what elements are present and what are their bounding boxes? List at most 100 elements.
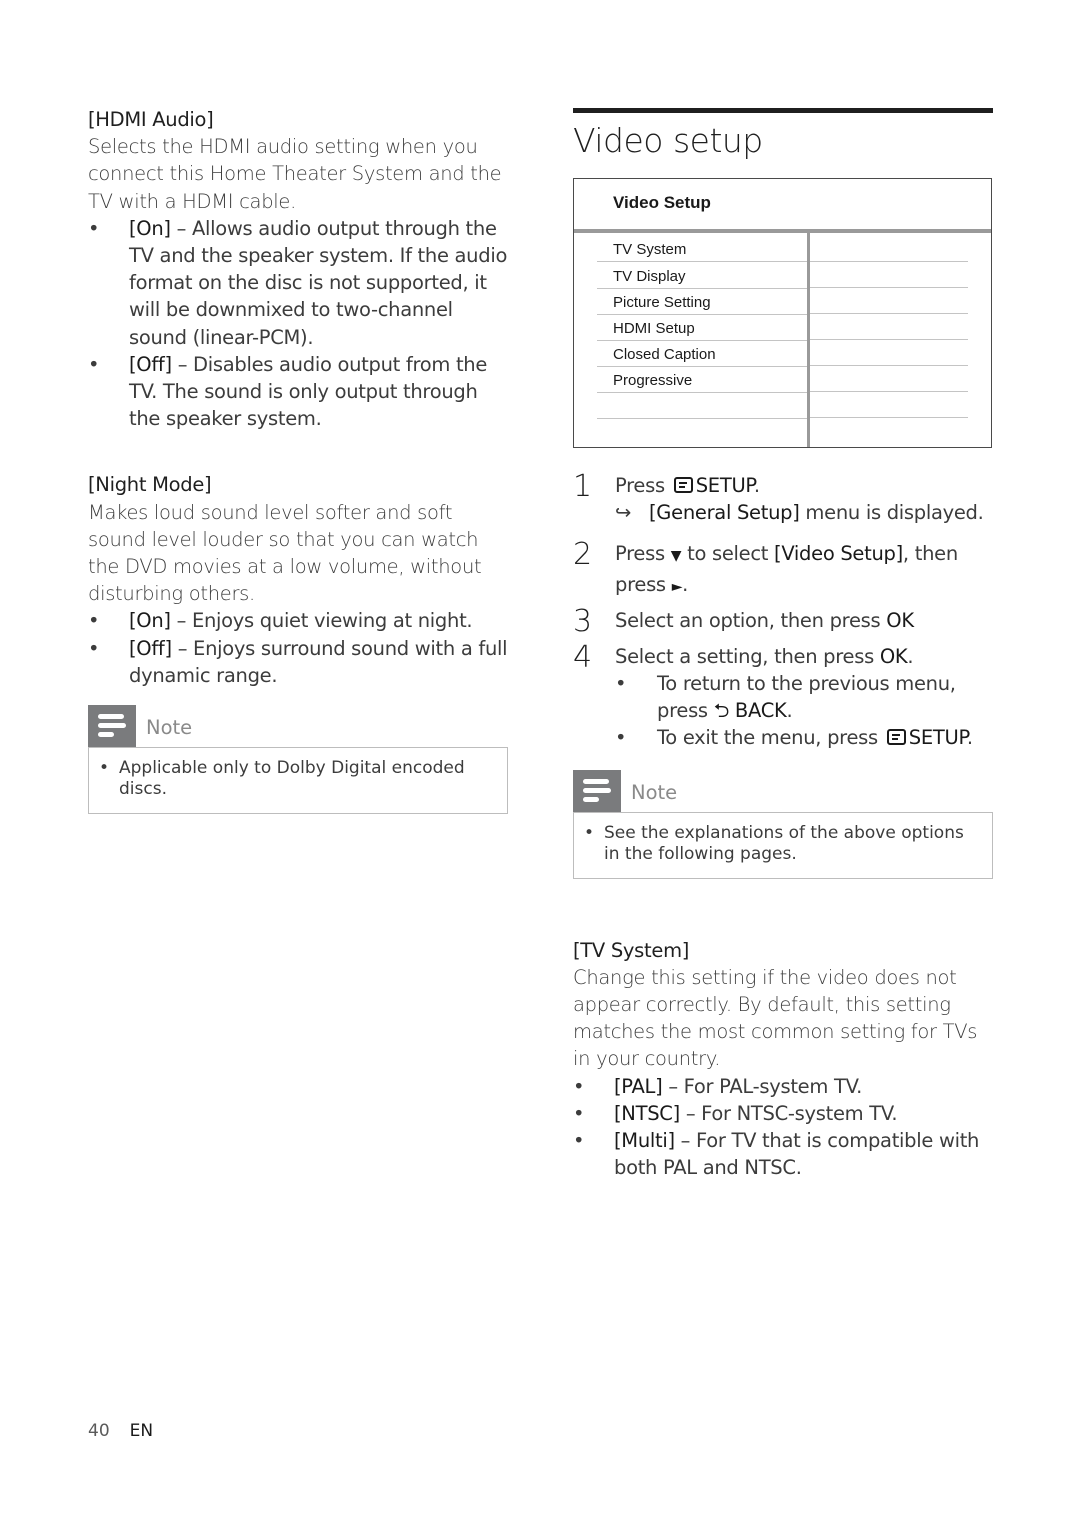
note-title: Note [631,780,678,804]
sub-text: To return to the previous menu, press [657,672,956,723]
option-label: [On] [129,216,171,240]
steps-list: 1 Press SETUP. ↪ [General Setup] menu is … [573,469,993,752]
tv-system-option-multi: • [Multi] – For TV that is compatible wi… [573,1127,993,1181]
step-2: 2 Press ▼ to select [Video Setup], then … [573,540,993,600]
menu-item-picture-setting[interactable]: Picture Setting [597,288,807,315]
right-column: Video setup Video Setup TV System TV Dis… [573,108,993,1181]
menu-item-label: Picture Setting [613,294,711,311]
section-rule [573,108,993,113]
step-text: . [753,474,760,497]
menu-label: [Video Setup] [774,542,903,566]
menu-value-line [810,365,968,366]
step-number: 2 [573,537,593,573]
note-text: Applicable only to Dolby Digital encoded… [119,758,465,800]
note-text: See the explanations of the above option… [604,822,964,864]
night-mode-heading: [Night Mode] [88,473,212,497]
result-label: [General Setup] [649,501,800,525]
bullet-icon: • [584,822,595,843]
step-text: Select a setting, then press [615,644,880,668]
right-arrow-icon: ► [671,578,683,595]
menu-item-label: TV Display [613,268,686,285]
step-text: Press [615,474,671,497]
note-item: • Applicable only to Dolby Digital encod… [88,747,508,815]
menu-item-label: Closed Caption [613,346,716,363]
option-label: [On] [129,609,171,633]
menu-value-line [810,287,968,288]
setup-icon [673,477,693,493]
left-column: [HDMI Audio] Selects the HDMI audio sett… [88,106,513,815]
menu-value-line [810,261,968,262]
option-text: – For NTSC-system TV. [679,1101,898,1125]
note-box: Note • See the explanations of the above… [573,769,993,879]
sub-text: . [966,726,973,750]
menu-item-label: HDMI Setup [613,320,695,337]
menu-item-tv-display[interactable]: TV Display [597,262,807,289]
menu-item-tv-system[interactable]: TV System [597,235,807,262]
option-label: [Off] [129,352,172,376]
step-text: to select [681,542,775,566]
key-label: SETUP [695,474,754,497]
hdmi-audio-heading: [HDMI Audio] [88,108,214,131]
menu-value-line [810,313,968,314]
page-number: 40 [88,1421,110,1441]
menu-item-progressive[interactable]: Progressive [597,366,807,393]
bullet-icon: • [88,352,100,376]
note-box: Note • Applicable only to Dolby Digital … [88,705,508,815]
setup-icon [886,729,906,746]
tv-system-option-ntsc: • [NTSC] – For NTSC-system TV. [573,1100,993,1127]
option-text: – Enjoys quiet viewing at night. [170,609,473,633]
bullet-icon: • [573,1101,585,1125]
result-text: menu is displayed. [799,501,984,525]
menu-item-label: Progressive [613,372,693,389]
sub-text: . [786,699,793,723]
option-text: – For PAL-system TV. [662,1074,862,1098]
video-setup-menu: Video Setup TV System TV Display Picture… [573,178,992,448]
hdmi-audio-option-off: • [Off] – Disables audio output from the… [88,351,513,433]
section-title: Video setup [573,121,763,160]
menu-divider [574,229,991,233]
option-text: – Disables audio output from the TV. The… [129,352,488,431]
step-text: . [907,644,914,668]
note-item: • See the explanations of the above opti… [573,811,993,879]
note-icon [573,769,621,812]
menu-column-divider [807,233,810,447]
step-4: 4 Select a setting, then press OK. • To … [573,639,993,752]
step-text: Press [615,542,671,566]
night-mode-option-on: • [On] – Enjoys quiet viewing at night. [88,607,513,634]
bullet-icon: • [615,672,627,696]
menu-item-empty [597,392,807,419]
option-text: – Allows audio output through the TV and… [129,216,508,349]
option-label: [PAL] [614,1074,663,1098]
key-label: SETUP [908,726,967,750]
sub-text: To exit the menu, press [657,726,884,750]
step-1: 1 Press SETUP. ↪ [General Setup] menu is … [573,469,993,526]
option-text: – Enjoys surround sound with a full dyna… [129,636,508,687]
result-arrow-icon: ↪ [615,501,632,525]
step-4-sub-2: • To exit the menu, press SETUP. [615,724,993,751]
step-text: Select an option, then press [615,608,887,632]
hdmi-audio-option-on: • [On] – Allows audio output through the… [88,215,513,351]
night-mode-option-off: • [Off] – Enjoys surround sound with a f… [88,635,513,689]
step-3: 3 Select an option, then press OK [573,606,993,637]
page-footer: 40 EN [88,1421,153,1441]
tv-system-option-pal: • [PAL] – For PAL-system TV. [573,1073,993,1100]
key-label: BACK [734,699,787,723]
step-number: 4 [573,639,593,675]
step-4-sub-1: • To return to the previous menu, press … [615,670,993,724]
back-icon: ⮌ [713,699,730,723]
key-label: OK [886,608,914,632]
bullet-icon: • [573,1074,585,1098]
option-label: [Multi] [614,1129,675,1153]
menu-title: Video Setup [613,193,711,212]
language-code: EN [129,1421,154,1441]
bullet-icon: • [88,216,100,240]
menu-item-label: TV System [613,241,687,258]
bullet-icon: • [88,636,100,660]
menu-item-closed-caption[interactable]: Closed Caption [597,340,807,367]
night-mode-description: Makes loud sound level softer and soft s… [88,500,482,606]
step-number: 1 [573,469,593,504]
menu-value-line [810,339,968,340]
menu-item-hdmi-setup[interactable]: HDMI Setup [597,314,807,341]
bullet-icon: • [99,758,110,779]
tv-system-section: [TV System] Change this setting if the v… [573,937,993,1182]
